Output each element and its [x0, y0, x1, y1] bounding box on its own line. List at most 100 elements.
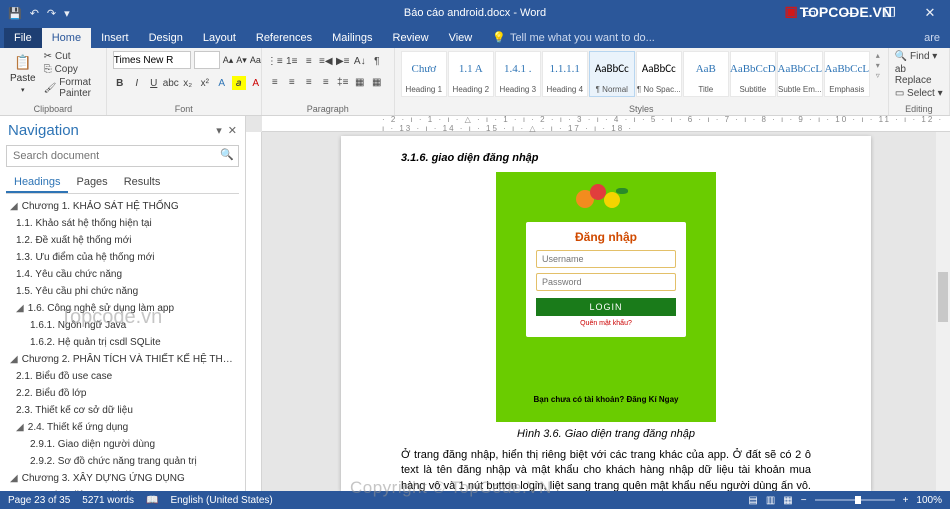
- nav-item[interactable]: ◢ Chương 3. XÂY DỰNG ỨNG DỤNG: [2, 470, 243, 487]
- redo-icon[interactable]: ↷: [47, 7, 56, 20]
- replace-button[interactable]: ab Replace: [895, 64, 943, 86]
- nav-tab-results[interactable]: Results: [116, 173, 169, 193]
- styles-more-icon[interactable]: ▿: [876, 71, 880, 80]
- nav-item[interactable]: 1.1. Khảo sát hệ thống hiện tại: [2, 215, 243, 232]
- ruler-vertical[interactable]: [246, 132, 262, 491]
- bold-icon[interactable]: B: [113, 76, 127, 90]
- view-read-icon[interactable]: ▤: [748, 495, 757, 506]
- justify-icon[interactable]: ≡: [319, 75, 333, 89]
- align-right-icon[interactable]: ≡: [302, 75, 316, 89]
- tab-insert[interactable]: Insert: [91, 28, 139, 48]
- subscript-icon[interactable]: x₂: [181, 76, 195, 90]
- nav-item[interactable]: 2.1. Biểu đồ use case: [2, 368, 243, 385]
- nav-tab-headings[interactable]: Headings: [6, 173, 68, 193]
- view-print-icon[interactable]: ▥: [766, 495, 775, 506]
- status-spell-icon[interactable]: 📖: [146, 495, 158, 506]
- status-lang[interactable]: English (United States): [170, 495, 272, 506]
- paste-button[interactable]: 📋Paste▾: [6, 51, 40, 96]
- zoom-level[interactable]: 100%: [916, 495, 942, 506]
- close-icon[interactable]: ✕: [910, 5, 950, 21]
- shrink-font-icon[interactable]: A▾: [236, 55, 247, 66]
- italic-icon[interactable]: I: [130, 76, 144, 90]
- tab-references[interactable]: References: [246, 28, 322, 48]
- numbering-icon[interactable]: 1≡: [285, 54, 299, 68]
- style-item[interactable]: AaBTitle: [683, 51, 729, 97]
- nav-item[interactable]: 2.9.1. Giao diện người dùng: [2, 436, 243, 453]
- copy-button[interactable]: ⎘Copy: [44, 64, 100, 75]
- nav-item[interactable]: ◢ Chương 2. PHÂN TÍCH VÀ THIẾT KẾ HỆ THỐ…: [2, 351, 243, 368]
- borders-icon[interactable]: ▦: [370, 75, 384, 89]
- nav-close-icon[interactable]: ✕: [228, 124, 237, 137]
- align-center-icon[interactable]: ≡: [285, 75, 299, 89]
- vertical-scrollbar[interactable]: [936, 132, 950, 491]
- style-item[interactable]: 1.1 AHeading 2: [448, 51, 494, 97]
- nav-item[interactable]: ◢ 1.6. Công nghệ sử dụng làm app: [2, 300, 243, 317]
- superscript-icon[interactable]: x²: [198, 76, 212, 90]
- align-left-icon[interactable]: ≡: [268, 75, 282, 89]
- tell-me[interactable]: 💡Tell me what you want to do...: [482, 27, 665, 48]
- format-painter-button[interactable]: 🖌Format Painter: [44, 77, 100, 99]
- style-item[interactable]: AaBbCc¶ No Spac...: [636, 51, 682, 97]
- nav-item[interactable]: 1.5. Yêu cầu phi chức năng: [2, 283, 243, 300]
- style-item[interactable]: AaBbCcLEmphasis: [824, 51, 870, 97]
- ruler-horizontal[interactable]: · 2 · ı · 1 · ı · △ · ı · 1 · ı · 2 · ı …: [262, 116, 950, 132]
- find-button[interactable]: 🔍 Find ▾: [895, 51, 943, 62]
- style-item[interactable]: 1.1.1.1Heading 4: [542, 51, 588, 97]
- strike-icon[interactable]: abc: [164, 76, 178, 90]
- nav-item[interactable]: 1.3. Ưu điểm của hệ thống mới: [2, 249, 243, 266]
- style-item[interactable]: AaBbCc¶ Normal: [589, 51, 635, 97]
- tab-design[interactable]: Design: [139, 28, 193, 48]
- nav-item[interactable]: 1.6.1. Ngôn ngữ Java: [2, 317, 243, 334]
- nav-menu-icon[interactable]: ▾: [216, 124, 222, 137]
- search-icon[interactable]: 🔍: [220, 148, 234, 161]
- font-color-icon[interactable]: A: [249, 76, 263, 90]
- nav-item[interactable]: 2.2. Biểu đồ lớp: [2, 385, 243, 402]
- tab-layout[interactable]: Layout: [193, 28, 246, 48]
- status-words[interactable]: 5271 words: [82, 495, 134, 506]
- zoom-out-icon[interactable]: −: [801, 495, 807, 506]
- style-item[interactable]: AaBbCcDSubtitle: [730, 51, 776, 97]
- undo-icon[interactable]: ↶: [30, 7, 39, 20]
- change-case-icon[interactable]: Aa: [250, 55, 261, 65]
- nav-search-input[interactable]: [6, 145, 239, 167]
- style-item[interactable]: ChươHeading 1: [401, 51, 447, 97]
- tab-mailings[interactable]: Mailings: [322, 28, 382, 48]
- cut-button[interactable]: ✂Cut: [44, 51, 100, 62]
- multilevel-icon[interactable]: ≡: [302, 54, 316, 68]
- qat-customize-icon[interactable]: ▾: [64, 7, 70, 20]
- style-item[interactable]: 1.4.1 .Heading 3: [495, 51, 541, 97]
- nav-item[interactable]: 2.3. Thiết kế cơ sở dữ liệu: [2, 402, 243, 419]
- decrease-indent-icon[interactable]: ≡◀: [319, 54, 333, 68]
- styles-up-icon[interactable]: ▴: [876, 51, 880, 60]
- zoom-in-icon[interactable]: +: [903, 495, 909, 506]
- sort-icon[interactable]: A↓: [353, 54, 367, 68]
- zoom-slider[interactable]: [815, 499, 895, 501]
- nav-item[interactable]: 1.2. Đề xuất hệ thống mới: [2, 232, 243, 249]
- text-effects-icon[interactable]: A: [215, 76, 229, 90]
- tab-review[interactable]: Review: [383, 28, 439, 48]
- tab-view[interactable]: View: [439, 28, 483, 48]
- view-web-icon[interactable]: ▦: [783, 495, 792, 506]
- show-marks-icon[interactable]: ¶: [370, 54, 384, 68]
- font-size-input[interactable]: [194, 51, 220, 69]
- select-button[interactable]: ▭ Select ▾: [895, 88, 943, 99]
- nav-tab-pages[interactable]: Pages: [68, 173, 115, 193]
- style-item[interactable]: AaBbCcLSubtle Em...: [777, 51, 823, 97]
- grow-font-icon[interactable]: A▴: [223, 55, 234, 66]
- line-spacing-icon[interactable]: ‡≡: [336, 75, 350, 89]
- nav-item[interactable]: ◢ 3.1. Giao diện người dùng: [2, 487, 243, 491]
- bullets-icon[interactable]: ⋮≡: [268, 54, 282, 68]
- underline-icon[interactable]: U: [147, 76, 161, 90]
- nav-item[interactable]: ◢ 2.4. Thiết kế ứng dụng: [2, 419, 243, 436]
- highlight-icon[interactable]: 𝘢: [232, 76, 246, 90]
- styles-down-icon[interactable]: ▾: [876, 61, 880, 70]
- nav-item[interactable]: 1.4. Yêu cầu chức năng: [2, 266, 243, 283]
- save-icon[interactable]: 💾: [8, 7, 22, 20]
- nav-item[interactable]: 1.6.2. Hệ quản trị csdl SQLite: [2, 334, 243, 351]
- increase-indent-icon[interactable]: ▶≡: [336, 54, 350, 68]
- document-page[interactable]: 3.1.6. giao diện đăng nhập Đăng nhập LOG…: [341, 136, 871, 491]
- nav-item[interactable]: 2.9.2. Sơ đồ chức năng trang quản trị: [2, 453, 243, 470]
- tab-home[interactable]: Home: [42, 28, 91, 48]
- font-name-input[interactable]: [113, 51, 191, 69]
- share-button[interactable]: are: [914, 28, 950, 48]
